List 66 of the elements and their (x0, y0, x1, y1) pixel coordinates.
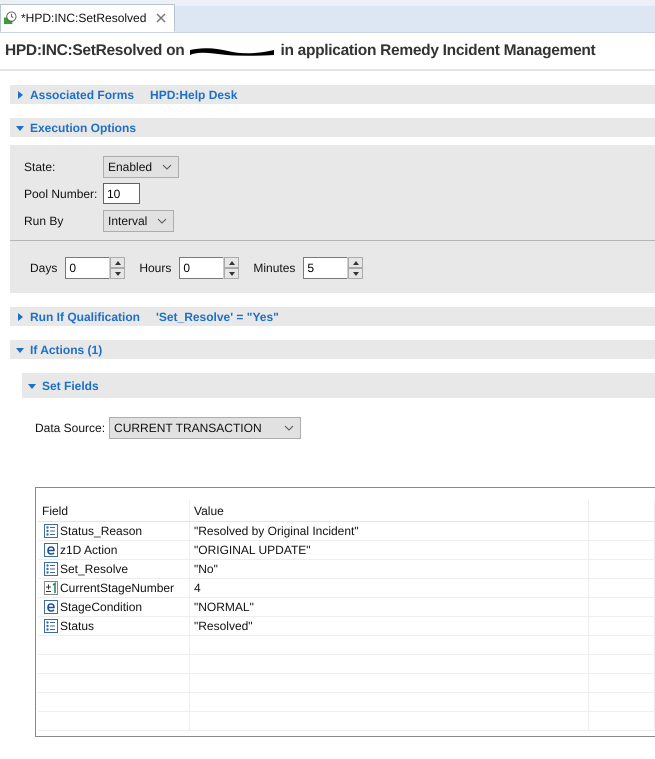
section-header[interactable]: If Actions (1) (10, 340, 655, 359)
table-cell: "ORIGINAL UPDATE" (194, 543, 311, 557)
spin-down-button[interactable] (348, 268, 364, 279)
column-header[interactable]: Field (38, 500, 190, 522)
section-value[interactable]: 'Set_Resolve' = "Yes" (156, 310, 279, 324)
list-field-icon (44, 619, 58, 633)
section-header[interactable]: Set Fields (22, 373, 655, 398)
up-arrow-icon (114, 260, 121, 264)
down-arrow-icon (352, 272, 359, 276)
field-label: State: (24, 160, 56, 174)
table-cell: "Resolved by Original Incident" (194, 524, 359, 538)
spin-down-button[interactable] (224, 268, 240, 279)
dropdown[interactable]: Interval (103, 210, 174, 232)
section-title: Set Fields (42, 378, 99, 392)
section-title: Execution Options (30, 120, 136, 134)
section-value[interactable]: HPD:Help Desk (150, 88, 238, 102)
editor-tab[interactable]: *HPD:INC:SetResolved (0, 4, 176, 32)
field-label: Days (30, 261, 58, 275)
chevron-down-icon (157, 218, 168, 224)
spinner-field[interactable]: 0 (65, 257, 110, 279)
table-cell: "NORMAL" (194, 600, 254, 614)
dropdown[interactable]: CURRENT TRANSACTION (109, 417, 302, 439)
spinner-field[interactable]: 0 (179, 257, 224, 279)
up-arrow-icon (228, 260, 235, 264)
section-title: Associated Forms (30, 88, 134, 102)
spin-down-button[interactable] (110, 268, 126, 279)
field-label: Data Source: (35, 421, 106, 435)
dropdown[interactable]: Enabled (103, 156, 180, 178)
spinner-field[interactable]: 5 (303, 257, 348, 279)
section-title: If Actions (1) (30, 342, 102, 356)
column-header[interactable]: Value (190, 500, 588, 522)
table-cell: Status (60, 619, 94, 633)
section-title: Run If Qualification (30, 310, 140, 324)
section-header[interactable]: Associated Forms HPD:Help Desk (10, 85, 655, 104)
spin-up-button[interactable] (224, 257, 240, 268)
table-cell: z1D Action (60, 543, 118, 557)
table-cell: Status_Reason (60, 524, 142, 538)
chevron-down-icon (284, 425, 294, 431)
text-field-icon (44, 543, 58, 557)
input-field[interactable]: 10 (103, 183, 140, 204)
spin-up-button[interactable] (110, 257, 126, 268)
spin-up-button[interactable] (348, 257, 364, 268)
section-header[interactable]: Execution Options (10, 118, 655, 137)
down-arrow-icon (114, 272, 121, 276)
list-field-icon (44, 524, 58, 538)
field-label: Run By (24, 214, 64, 228)
clock-icon (3, 11, 17, 25)
text-field-icon (44, 600, 58, 614)
field-label: Hours (139, 261, 172, 275)
number-field-icon (44, 581, 58, 595)
chevron-down-icon (162, 164, 172, 170)
up-arrow-icon (352, 260, 359, 264)
field-label: Minutes (253, 261, 296, 275)
down-arrow-icon (228, 272, 235, 276)
table-cell: CurrentStageNumber (60, 581, 174, 595)
list-field-icon (44, 562, 58, 576)
close-icon (156, 13, 166, 23)
field-label: Pool Number: (24, 186, 98, 200)
table-cell: 4 (194, 581, 201, 595)
window-title: in application Remedy Incident Management (280, 42, 596, 60)
window-title: HPD:INC:SetResolved on (5, 42, 184, 60)
table-cell: "Resolved" (194, 619, 253, 633)
table-cell: StageCondition (60, 600, 142, 614)
section-header[interactable]: Run If Qualification 'Set_Resolve' = "Yes" (10, 307, 655, 326)
table-cell: "No" (194, 562, 218, 576)
table-cell: Set_Resolve (60, 562, 128, 576)
